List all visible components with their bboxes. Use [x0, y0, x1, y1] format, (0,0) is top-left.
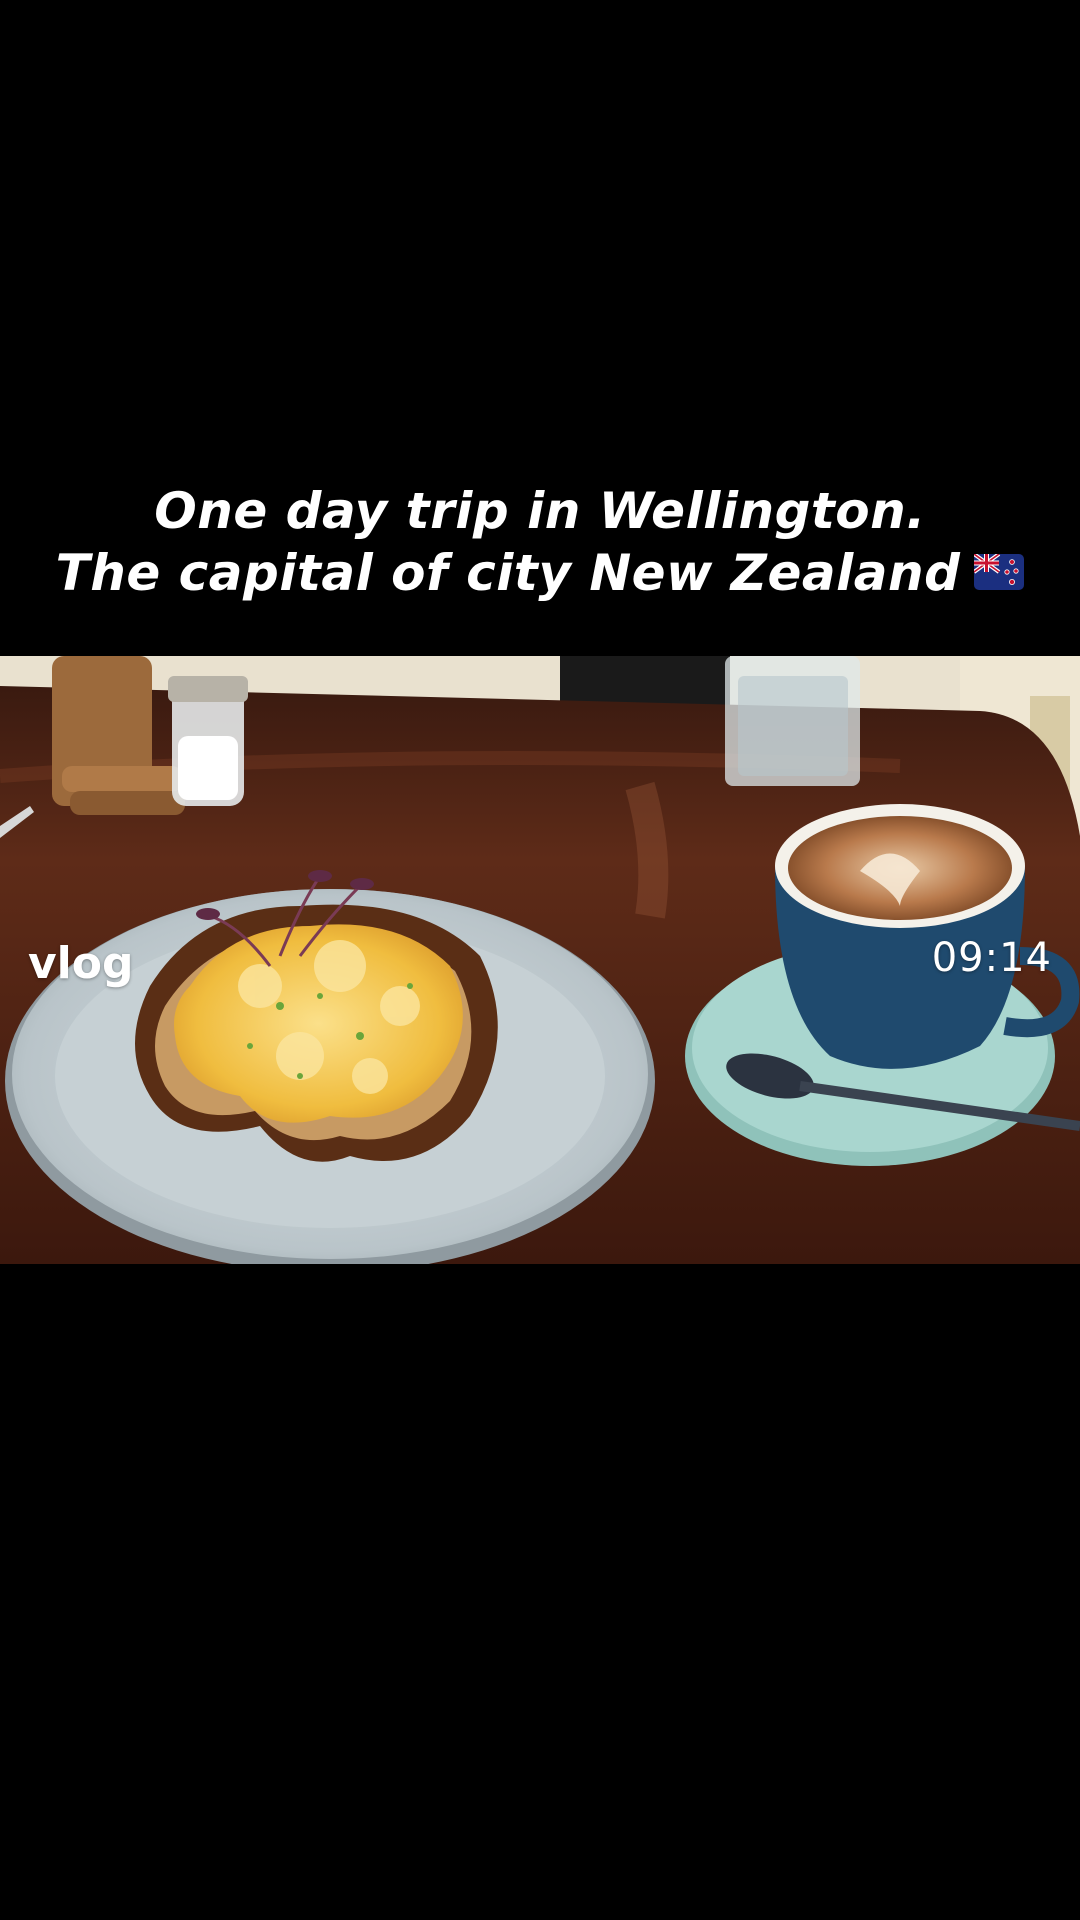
breakfast-photo [0, 656, 1080, 1264]
caption-line-2: The capital of city New Zealand [55, 544, 961, 602]
timestamp: 09:14 [931, 935, 1052, 981]
vlog-tag: vlog [28, 938, 134, 989]
caption: One day trip in Wellington. The capital … [0, 480, 1080, 608]
caption-line-2-wrap: The capital of city New Zealand [0, 542, 1080, 608]
new-zealand-flag-icon [973, 542, 1025, 604]
caption-line-1: One day trip in Wellington. [154, 482, 926, 540]
